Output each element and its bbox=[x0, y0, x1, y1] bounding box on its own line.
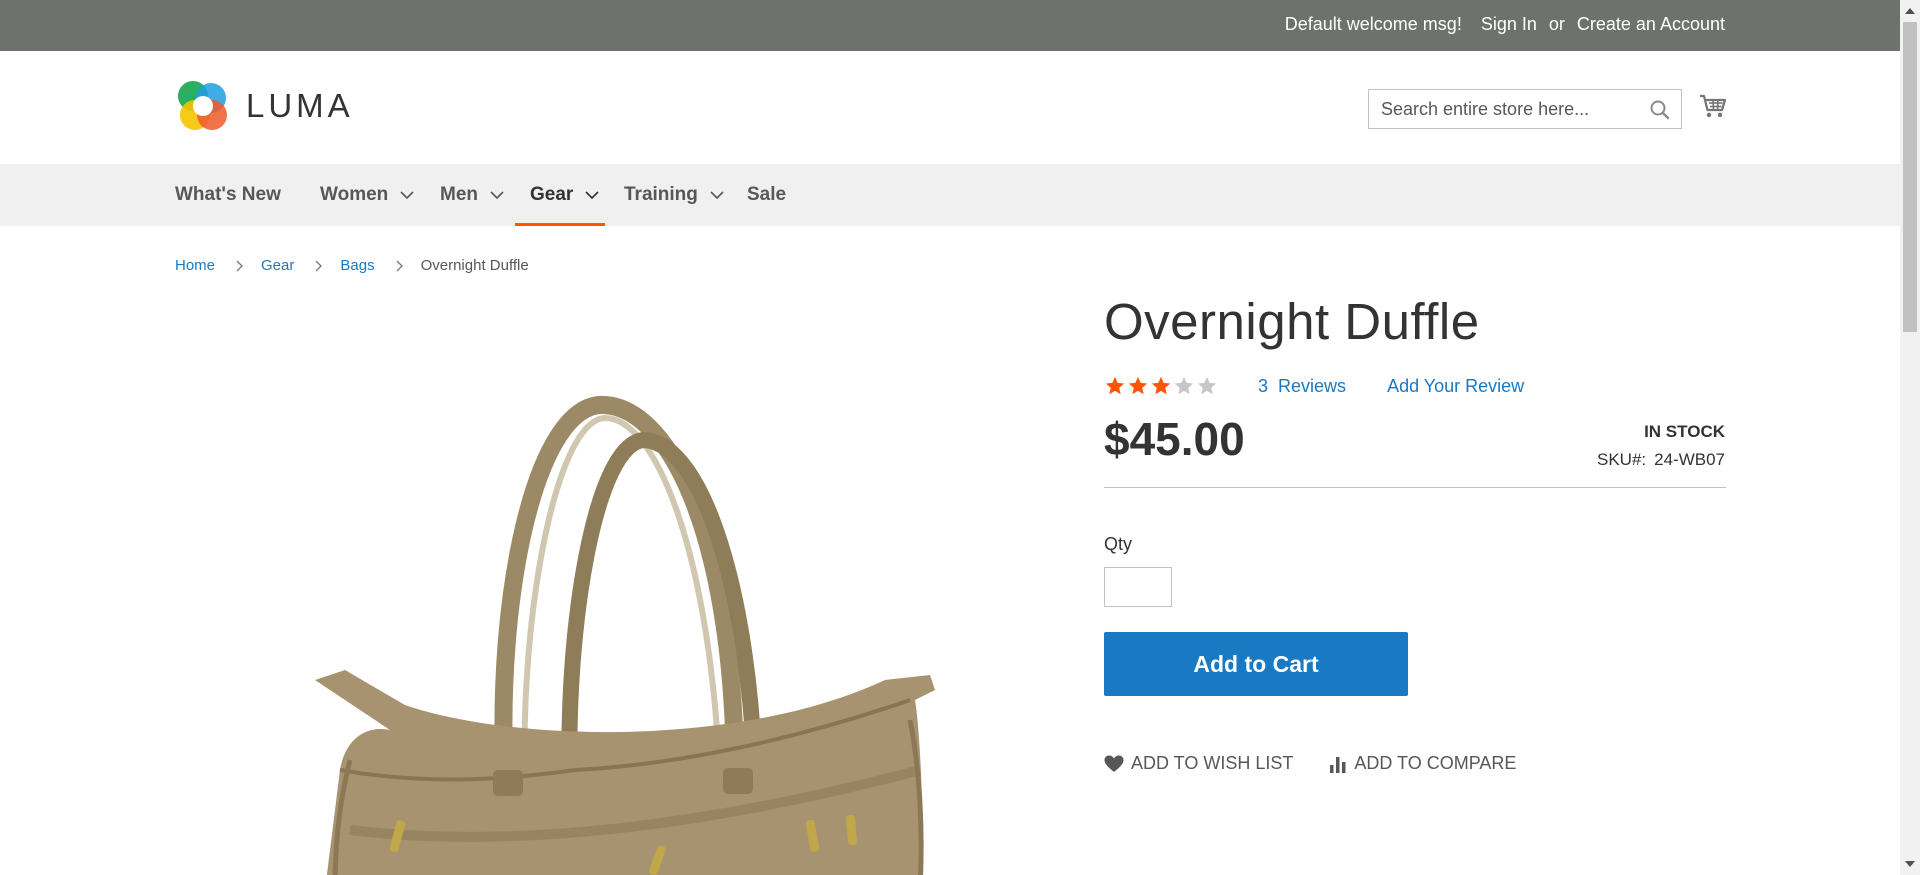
qty-label: Qty bbox=[1104, 534, 1133, 554]
logo-text: LUMA bbox=[246, 87, 354, 124]
scroll-up-icon[interactable] bbox=[1905, 8, 1915, 14]
chevron-down-icon bbox=[400, 191, 414, 200]
star-icon bbox=[1151, 376, 1171, 395]
product-price: $45.00 bbox=[1104, 413, 1245, 465]
product-image bbox=[315, 396, 935, 875]
search-box bbox=[1368, 89, 1682, 129]
breadcrumb-current: Overnight Duffle bbox=[420, 257, 529, 274]
nav-item-whats-new[interactable]: What's New bbox=[175, 164, 281, 226]
stock-status: IN STOCK bbox=[1644, 422, 1725, 441]
product-title: Overnight Duffle bbox=[1104, 293, 1480, 350]
nav-item-gear[interactable]: Gear bbox=[514, 164, 606, 226]
add-to-cart-button[interactable]: Add to Cart bbox=[1104, 632, 1408, 696]
breadcrumb-bags[interactable]: Bags bbox=[340, 257, 374, 274]
sku-value: 24-WB07 bbox=[1654, 450, 1725, 469]
product-social-actions: ADD TO WISH LIST ADD TO COMPARE bbox=[1104, 753, 1516, 774]
or-separator: or bbox=[1548, 14, 1565, 34]
compare-icon bbox=[1330, 756, 1346, 773]
nav-item-label: Training bbox=[624, 184, 698, 205]
product-image-gallery[interactable] bbox=[175, 300, 1055, 875]
search-icon[interactable] bbox=[1649, 99, 1671, 121]
vertical-scrollbar[interactable] bbox=[1900, 0, 1920, 875]
heart-icon bbox=[1104, 755, 1124, 772]
header-links: Default welcome msg! Sign In or Create a… bbox=[1285, 14, 1725, 35]
add-to-compare-link[interactable]: ADD TO COMPARE bbox=[1329, 753, 1516, 774]
header: LUMA bbox=[0, 51, 1900, 164]
chevron-right-icon bbox=[315, 260, 323, 271]
rating-stars bbox=[1104, 375, 1218, 397]
breadcrumb-home[interactable]: Home bbox=[175, 257, 215, 274]
breadcrumb: Home Gear Bags Overnight Duffle bbox=[175, 257, 529, 274]
nav-item-label: What's New bbox=[175, 184, 281, 205]
divider bbox=[1104, 487, 1726, 488]
search-input[interactable] bbox=[1369, 90, 1639, 128]
sign-in-link[interactable]: Sign In bbox=[1481, 14, 1537, 35]
chevron-down-icon bbox=[490, 191, 504, 200]
sku-label: SKU#: bbox=[1596, 450, 1647, 469]
reviews-link[interactable]: 3 Reviews bbox=[1258, 376, 1346, 397]
star-empty-icon bbox=[1197, 376, 1217, 395]
nav-item-label: Sale bbox=[747, 184, 787, 205]
scrollbar-thumb[interactable] bbox=[1903, 22, 1917, 332]
reviews-label: Reviews bbox=[1278, 375, 1347, 396]
chevron-down-icon bbox=[585, 191, 599, 200]
nav-item-training[interactable]: Training bbox=[624, 164, 724, 226]
star-icon bbox=[1105, 376, 1125, 395]
nav-item-label: Men bbox=[440, 184, 478, 205]
add-review-link[interactable]: Add Your Review bbox=[1387, 376, 1524, 397]
main-navigation: What's New Women Men Gear Training Sale bbox=[0, 164, 1900, 226]
cart-icon[interactable] bbox=[1698, 91, 1728, 121]
nav-item-men[interactable]: Men bbox=[440, 164, 504, 226]
create-account-link[interactable]: Create an Account bbox=[1577, 14, 1725, 35]
reviews-count: 3 bbox=[1258, 375, 1269, 396]
nav-item-label: Women bbox=[320, 184, 389, 205]
nav-item-sale[interactable]: Sale bbox=[747, 164, 786, 226]
welcome-message: Default welcome msg! bbox=[1284, 14, 1462, 34]
scroll-down-icon[interactable] bbox=[1905, 861, 1915, 867]
breadcrumb-gear[interactable]: Gear bbox=[261, 257, 294, 274]
chevron-right-icon bbox=[236, 260, 243, 271]
nav-item-women[interactable]: Women bbox=[320, 164, 414, 226]
add-to-wishlist-label: ADD TO WISH LIST bbox=[1131, 753, 1294, 773]
product-sku: SKU#: 24-WB07 bbox=[1597, 450, 1725, 470]
chevron-down-icon bbox=[710, 191, 724, 200]
nav-item-label: Gear bbox=[530, 184, 574, 205]
add-to-compare-label: ADD TO COMPARE bbox=[1354, 753, 1517, 773]
star-icon bbox=[1128, 376, 1148, 395]
top-panel: Default welcome msg! Sign In or Create a… bbox=[0, 0, 1900, 51]
chevron-right-icon bbox=[396, 260, 403, 271]
product-rating: 3 Reviews Add Your Review bbox=[1104, 375, 1524, 397]
luma-logo-icon bbox=[178, 81, 227, 130]
qty-input[interactable] bbox=[1104, 567, 1172, 607]
add-to-wishlist-link[interactable]: ADD TO WISH LIST bbox=[1104, 753, 1293, 774]
logo-link[interactable]: LUMA bbox=[175, 78, 354, 134]
star-empty-icon bbox=[1174, 376, 1194, 395]
